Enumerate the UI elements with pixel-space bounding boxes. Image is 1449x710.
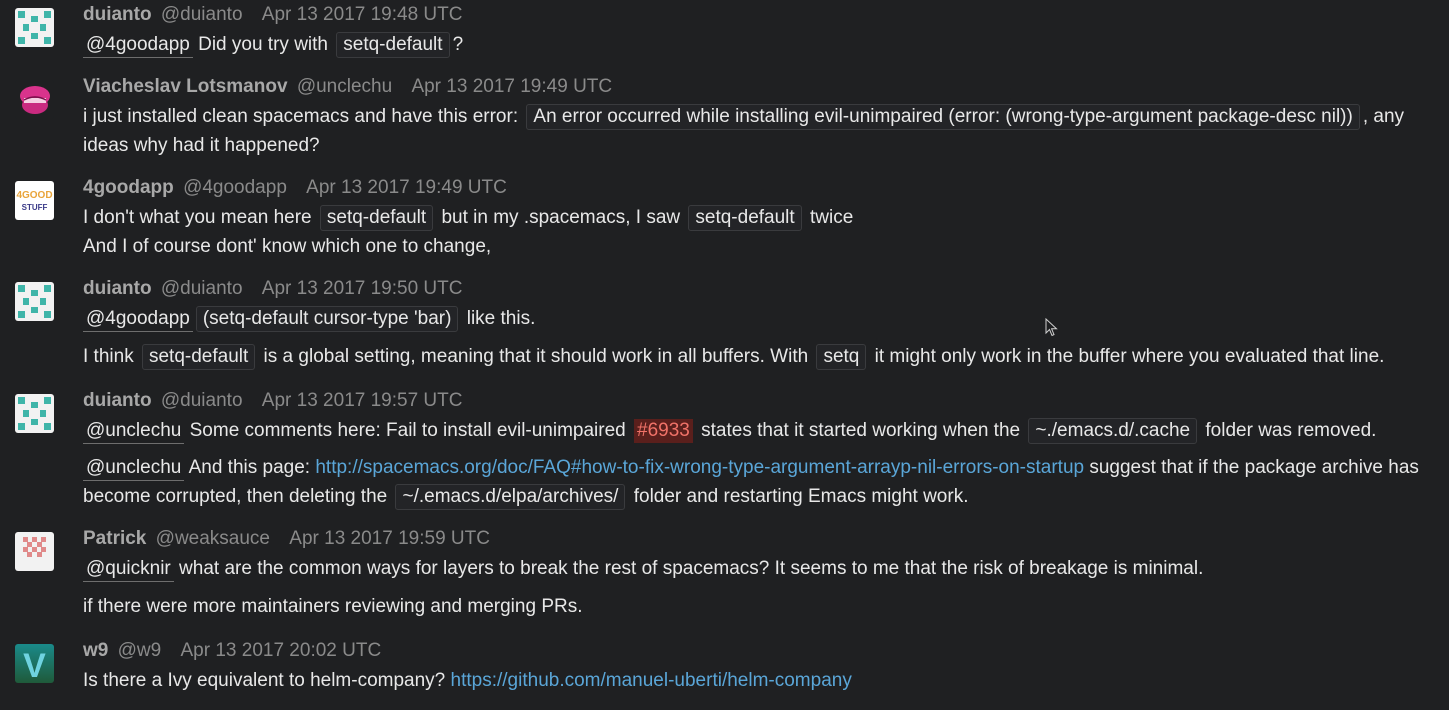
- timestamp[interactable]: Apr 13 2017 19:49 UTC: [306, 177, 507, 198]
- text: it might only work in the buffer where y…: [869, 346, 1385, 367]
- mention[interactable]: @unclechu: [83, 419, 185, 444]
- avatar-4goodapp[interactable]: 4GOOD STUFF: [15, 181, 54, 220]
- message-text: @4goodapp (setq-default cursor-type 'bar)…: [83, 304, 1429, 333]
- display-name[interactable]: Patrick: [83, 528, 146, 549]
- avatar-text-4good: 4GOOD: [16, 190, 52, 201]
- text: folder and restarting Emacs might work.: [628, 486, 969, 507]
- inline-code: ~/.emacs.d/elpa/archives/: [395, 484, 626, 510]
- display-name[interactable]: duianto: [83, 278, 152, 299]
- display-name[interactable]: w9: [83, 640, 108, 661]
- text: i just installed clean spacemacs and hav…: [83, 106, 524, 127]
- text: Some comments here: Fail to install evil…: [184, 420, 632, 441]
- text: if there were more maintainers reviewing…: [83, 596, 583, 617]
- message-text-line2: @unclechu And this page: http://spacemac…: [83, 453, 1429, 511]
- chat-message-list: duianto @duianto Apr 13 2017 19:48 UTC @…: [0, 0, 1449, 710]
- inline-code: An error occurred while installing evil-…: [526, 104, 1360, 130]
- inline-code: ~./emacs.d/.cache: [1028, 418, 1198, 444]
- avatar-duianto[interactable]: [15, 282, 54, 321]
- display-name[interactable]: duianto: [83, 390, 152, 411]
- inline-code: setq-default: [336, 32, 450, 58]
- mention[interactable]: @4goodapp: [83, 307, 193, 332]
- message-header: duianto @duianto Apr 13 2017 19:48 UTC: [83, 2, 462, 28]
- message-text: @quicknir what are the common ways for l…: [83, 554, 1429, 583]
- text: ?: [452, 34, 464, 55]
- avatar-letter: V: [23, 647, 46, 683]
- text: folder was removed.: [1200, 420, 1377, 441]
- username[interactable]: @duianto: [161, 390, 243, 411]
- message-header: Viacheslav Lotsmanov @unclechu Apr 13 20…: [83, 74, 612, 100]
- username[interactable]: @duianto: [161, 278, 243, 299]
- text: Did you try with: [192, 34, 334, 55]
- message-text: @unclechu Some comments here: Fail to in…: [83, 416, 1429, 445]
- username[interactable]: @4goodapp: [183, 177, 287, 198]
- display-name[interactable]: duianto: [83, 4, 152, 25]
- text: I think: [83, 346, 139, 367]
- text: but in my .spacemacs, I saw: [436, 207, 686, 228]
- display-name[interactable]: 4goodapp: [83, 177, 174, 198]
- mouse-cursor-icon: [1045, 318, 1058, 337]
- message-text-line2: And I of course dont' know which one to …: [83, 232, 1429, 261]
- avatar-duianto[interactable]: [15, 8, 54, 47]
- text: Is there a Ivy equivalent to helm-compan…: [83, 670, 451, 691]
- timestamp[interactable]: Apr 13 2017 19:50 UTC: [262, 278, 463, 299]
- message-text-line2: I think setq-default is a global setting…: [83, 342, 1429, 371]
- message-header: duianto @duianto Apr 13 2017 19:57 UTC: [83, 388, 462, 414]
- timestamp[interactable]: Apr 13 2017 19:49 UTC: [411, 76, 612, 97]
- username[interactable]: @duianto: [161, 4, 243, 25]
- text: And this page:: [184, 457, 316, 478]
- message-text: Is there a Ivy equivalent to helm-compan…: [83, 666, 1429, 695]
- mention[interactable]: @4goodapp: [83, 33, 193, 58]
- message-text: @4goodapp Did you try with setq-default?: [83, 30, 1429, 59]
- timestamp[interactable]: Apr 13 2017 19:48 UTC: [262, 4, 463, 25]
- hyperlink[interactable]: http://spacemacs.org/doc/FAQ#how-to-fix-…: [315, 457, 1084, 478]
- avatar-duianto[interactable]: [15, 394, 54, 433]
- username[interactable]: @w9: [118, 640, 162, 661]
- timestamp[interactable]: Apr 13 2017 19:57 UTC: [262, 390, 463, 411]
- username[interactable]: @unclechu: [297, 76, 392, 97]
- username[interactable]: @weaksauce: [156, 528, 270, 549]
- message-text-line2: if there were more maintainers reviewing…: [83, 592, 1429, 621]
- inline-code: setq: [816, 344, 867, 370]
- message-header: duianto @duianto Apr 13 2017 19:50 UTC: [83, 276, 462, 302]
- text: And I of course dont' know which one to …: [83, 236, 492, 257]
- avatar-unclechu[interactable]: [15, 80, 54, 119]
- display-name[interactable]: Viacheslav Lotsmanov: [83, 76, 288, 97]
- text: I don't what you mean here: [83, 207, 317, 228]
- message-header: 4goodapp @4goodapp Apr 13 2017 19:49 UTC: [83, 175, 507, 201]
- message-text: i just installed clean spacemacs and hav…: [83, 102, 1429, 160]
- avatar-weaksauce[interactable]: [15, 532, 54, 571]
- text: twice: [804, 207, 854, 228]
- timestamp[interactable]: Apr 13 2017 20:02 UTC: [181, 640, 382, 661]
- message-text: I don't what you mean here setq-default …: [83, 203, 1429, 232]
- issue-link[interactable]: #6933: [634, 419, 693, 443]
- mention[interactable]: @unclechu: [83, 456, 185, 481]
- inline-code: setq-default: [141, 344, 256, 370]
- inline-code: setq-default: [319, 205, 434, 231]
- avatar-w9[interactable]: V: [15, 644, 54, 683]
- svg-text:STUFF: STUFF: [22, 203, 48, 212]
- text: what are the common ways for layers to b…: [173, 558, 1204, 579]
- text: is a global setting, meaning that it sho…: [258, 346, 814, 367]
- inline-code: (setq-default cursor-type 'bar): [195, 306, 459, 332]
- inline-code: setq-default: [688, 205, 802, 231]
- message-header: Patrick @weaksauce Apr 13 2017 19:59 UTC: [83, 526, 490, 552]
- message-header: w9 @w9 Apr 13 2017 20:02 UTC: [83, 638, 381, 664]
- text: states that it started working when the: [695, 420, 1026, 441]
- mention[interactable]: @quicknir: [83, 557, 174, 582]
- text: like this.: [461, 308, 536, 329]
- hyperlink[interactable]: https://github.com/manuel-uberti/helm-co…: [451, 670, 852, 691]
- timestamp[interactable]: Apr 13 2017 19:59 UTC: [289, 528, 490, 549]
